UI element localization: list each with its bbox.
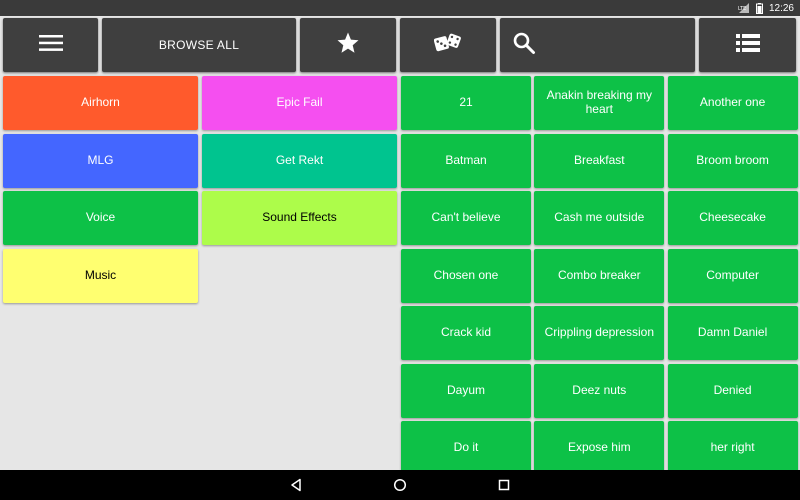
sound-grid: 21 Anakin breaking my heart Another one Bat… xyxy=(398,74,800,470)
sound-label: Chosen one xyxy=(433,267,499,282)
category-tile[interactable]: MLG xyxy=(3,133,198,188)
battery-icon xyxy=(755,2,763,14)
sound-label: Crippling depression xyxy=(544,325,654,340)
sound-button[interactable]: Computer xyxy=(667,248,798,303)
category-label: Get Rekt xyxy=(275,152,324,167)
sound-label: Computer xyxy=(706,267,759,282)
network-type-label: LTE xyxy=(738,6,746,12)
sound-label: Cheesecake xyxy=(699,210,766,225)
hamburger-menu-icon xyxy=(38,34,63,57)
back-triangle-icon xyxy=(291,478,301,492)
sound-button[interactable]: 21 xyxy=(401,76,531,130)
clock: 12:26 xyxy=(768,2,794,14)
sound-button[interactable]: Broom broom xyxy=(667,133,798,188)
sound-button[interactable]: Chosen one xyxy=(401,248,531,303)
toolbar: BROWSE ALL xyxy=(0,16,800,74)
random-sound-button[interactable] xyxy=(400,18,496,72)
category-tile[interactable]: Epic Fail xyxy=(202,76,397,130)
sound-label: Broom broom xyxy=(696,152,769,167)
category-label: Epic Fail xyxy=(276,95,323,110)
search-button[interactable] xyxy=(500,18,695,72)
sound-label: Do it xyxy=(453,440,479,455)
category-tile[interactable]: Get Rekt xyxy=(202,133,397,188)
category-tile[interactable]: Airhorn xyxy=(3,76,198,130)
home-button[interactable] xyxy=(388,473,412,497)
menu-button[interactable] xyxy=(3,18,98,72)
category-tile[interactable]: Sound Effects xyxy=(202,191,397,245)
sound-label: Cash me outside xyxy=(554,210,645,225)
browse-all-button[interactable]: BROWSE ALL xyxy=(102,18,296,72)
category-label: MLG xyxy=(87,152,114,167)
sound-button[interactable]: Deez nuts xyxy=(534,363,665,418)
sound-button[interactable]: her right xyxy=(667,421,798,470)
category-tile[interactable]: Voice xyxy=(3,191,198,245)
sound-button[interactable]: Crippling depression xyxy=(534,306,665,360)
sound-label: Combo breaker xyxy=(557,267,641,282)
sound-button[interactable]: Denied xyxy=(667,363,798,418)
category-label: Airhorn xyxy=(81,95,120,110)
star-icon xyxy=(336,31,360,60)
sound-label: Can't believe xyxy=(431,210,501,225)
sound-label: Batman xyxy=(445,152,487,167)
sound-label: her right xyxy=(710,440,755,455)
sound-button[interactable]: Do it xyxy=(401,421,531,470)
sound-label: Deez nuts xyxy=(572,382,627,397)
sound-button[interactable]: Cheesecake xyxy=(667,191,798,245)
sound-button[interactable]: Dayum xyxy=(401,363,531,418)
list-view-button[interactable] xyxy=(699,18,796,72)
sound-label: Dayum xyxy=(446,382,485,397)
signal-icon: LTE xyxy=(738,3,750,13)
sound-button[interactable]: Breakfast xyxy=(534,133,665,188)
home-circle-icon xyxy=(393,478,407,492)
sound-label: Another one xyxy=(699,95,766,110)
sound-button[interactable]: Crack kid xyxy=(401,306,531,360)
search-icon xyxy=(512,31,536,60)
sound-label: Denied xyxy=(713,382,752,397)
sound-label: 21 xyxy=(459,95,473,110)
sound-button[interactable]: Expose him xyxy=(534,421,665,470)
recents-square-icon xyxy=(498,479,510,491)
category-label: Music xyxy=(84,267,117,282)
sound-label: Damn Daniel xyxy=(697,325,768,340)
sound-button[interactable]: Can't believe xyxy=(401,191,531,245)
sound-label: Crack kid xyxy=(440,325,491,340)
dice-icon xyxy=(433,32,462,59)
category-tile[interactable]: Music xyxy=(3,248,198,303)
favorites-button[interactable] xyxy=(300,18,396,72)
sound-button[interactable]: Combo breaker xyxy=(534,248,665,303)
sound-button[interactable]: Another one xyxy=(667,76,798,130)
sound-button[interactable]: Damn Daniel xyxy=(667,306,798,360)
sound-label: Expose him xyxy=(567,440,631,455)
sound-button[interactable]: Cash me outside xyxy=(534,191,665,245)
status-bar: LTE 12:26 xyxy=(0,0,800,16)
category-label: Sound Effects xyxy=(262,210,337,225)
sound-button[interactable]: Anakin breaking my heart xyxy=(534,76,665,130)
sound-label: Anakin breaking my heart xyxy=(546,88,652,116)
sound-label: Breakfast xyxy=(573,152,625,167)
sound-button[interactable]: Batman xyxy=(401,133,531,188)
recents-button[interactable] xyxy=(492,473,516,497)
navigation-bar xyxy=(0,470,800,500)
category-label: Voice xyxy=(85,210,116,225)
browse-all-label: BROWSE ALL xyxy=(158,38,240,52)
back-button[interactable] xyxy=(284,473,308,497)
list-view-icon xyxy=(735,33,760,57)
